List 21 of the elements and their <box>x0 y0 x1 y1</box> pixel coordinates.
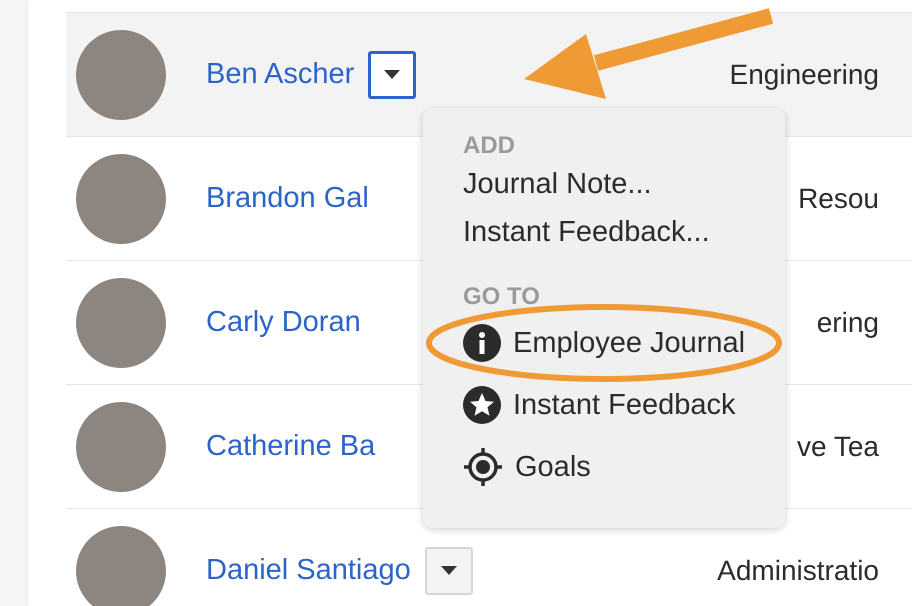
department-text: ve Tea <box>797 430 879 464</box>
department-text: Engineering <box>730 58 879 92</box>
person-name-link[interactable]: Daniel Santiago <box>206 548 411 592</box>
menu-item[interactable]: Journal Note... <box>463 163 652 207</box>
department-text: ering <box>816 306 879 340</box>
person-name-link[interactable]: Carly Doran <box>206 300 361 344</box>
person-name-link[interactable]: Ben Ascher <box>206 52 354 96</box>
person-name-link[interactable]: Brandon Gal <box>206 176 369 220</box>
department-text: Administratio <box>717 554 879 588</box>
menu-item[interactable]: Employee Journal <box>463 322 746 366</box>
caret-icon <box>384 70 400 79</box>
person-name-link[interactable]: Catherine Ba <box>206 424 376 468</box>
dropdown-toggle-button[interactable] <box>368 50 416 98</box>
info-icon <box>463 324 501 362</box>
menu-item[interactable]: Instant Feedback... <box>463 211 710 255</box>
caret-icon <box>440 566 457 575</box>
department-text: Resou <box>798 182 879 216</box>
menu-item[interactable]: Goals <box>463 446 591 490</box>
menu-section-heading: GO TO <box>463 282 541 312</box>
target-icon <box>463 447 503 488</box>
menu-item[interactable]: Instant Feedback <box>463 384 736 428</box>
